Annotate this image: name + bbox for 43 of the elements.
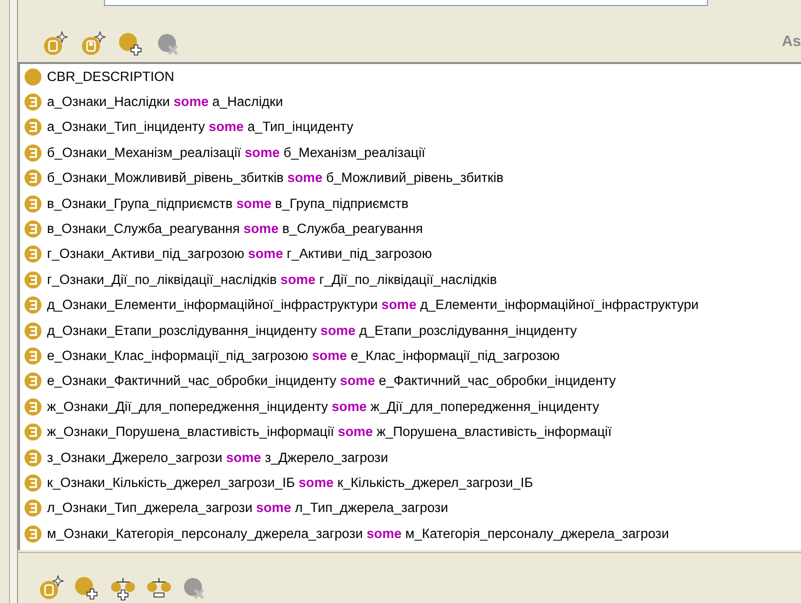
restriction-icon (24, 270, 42, 289)
list-item[interactable]: б_Ознаки_Можлививй_рівень_збитків some б_Можливий_рівень_збитків (20, 166, 801, 191)
list-item[interactable]: в_Ознаки_Служба_реагування some в_Служба_реагування (20, 216, 801, 242)
restriction-icon (24, 169, 42, 188)
restriction-icon (24, 220, 42, 238)
add-class-icon[interactable] (118, 31, 144, 57)
restriction-icon (24, 474, 42, 492)
list-item[interactable]: а_Ознаки_Тип_інциденту some а_Тип_інциденту (20, 114, 801, 140)
list-item[interactable]: г_Ознаки_Активи_під_загрозою some г_Активи_під_загрозою (20, 242, 801, 268)
restriction-icon (24, 296, 42, 314)
section-label: As (782, 32, 801, 52)
list-item[interactable]: в_Ознаки_Група_підприємств some в_Група_підприємств (20, 190, 801, 216)
restriction-icon (24, 346, 42, 365)
list-item[interactable]: б_Ознаки_Механізм_реалізації some б_Механізм_реалізації (20, 140, 801, 166)
list-item[interactable]: ж_Ознаки_Дії_для_попередження_інциденту some ж_Дії_для_попередження_інциденту (20, 394, 801, 420)
restriction-icon (24, 322, 42, 340)
class-icon (24, 68, 42, 86)
restriction-icon (24, 194, 42, 213)
list-item[interactable]: ж_Ознаки_Порушена_властивість_інформації some ж_Порушена_властивість_інформації (20, 419, 801, 445)
restriction-icon (24, 372, 42, 390)
restriction-icon (24, 93, 42, 112)
list-item[interactable]: CBR_DESCRIPTION (20, 64, 801, 90)
restriction-icon (24, 398, 42, 416)
list-item[interactable]: д_Ознаки_Елементи_інформаційної_інфраструктури some д_Елементи_інформаційної_інфраструктури (20, 292, 801, 318)
list-item[interactable]: е_Ознаки_Фактичний_час_обробки_інциденту some е_Фактичний_час_обробки_інциденту (20, 368, 801, 394)
list-item[interactable]: л_Ознаки_Тип_джерела_загрози some л_Тип_джерела_загрози (20, 496, 801, 522)
list-item[interactable]: д_Ознаки_Етапи_розслідування_інциденту some д_Етапи_розслідування_інциденту (20, 318, 801, 344)
restriction-icon (24, 144, 42, 162)
restriction-icon (24, 245, 42, 264)
list-item[interactable]: к_Ознаки_Кількість_джерел_загрози_ІБ some к_Кількість_джерел_загрози_ІБ (20, 470, 801, 496)
add-class-icon[interactable] (74, 575, 100, 601)
list-item[interactable]: м_Ознаки_Категорія_персоналу_джерела_загрози some м_Категорія_персоналу_джерела_загрози (20, 521, 801, 546)
restriction-icon (24, 118, 42, 136)
restriction-icon (24, 423, 42, 442)
text-field[interactable] (104, 0, 708, 6)
list-item[interactable]: г_Ознаки_Дії_по_ліквідації_наслідків some г_Дії_по_ліквідації_наслідків (20, 267, 801, 293)
list-item[interactable]: з_Ознаки_Джерело_загрози some з_Джерело_загрози (20, 444, 801, 470)
restriction-icon (24, 524, 42, 543)
restriction-icon (24, 448, 42, 467)
list-item[interactable]: е_Ознаки_Клас_інформації_під_загрозою some е_Клас_інформації_під_загрозою (20, 343, 801, 369)
restriction-icon (24, 499, 42, 518)
list-item[interactable]: а_Ознаки_Наслідки some а_Наслідки (20, 89, 801, 115)
add-subclass-icon[interactable] (110, 575, 136, 601)
